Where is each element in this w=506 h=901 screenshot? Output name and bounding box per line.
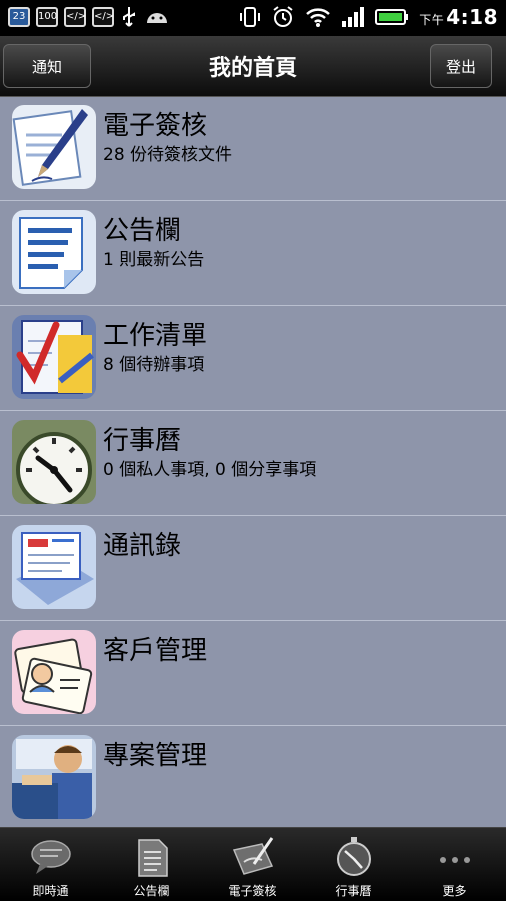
- item-title: 電子簽核: [103, 111, 208, 141]
- item-subtitle: 1 則最新公告: [103, 250, 205, 270]
- tab-e-sign[interactable]: 電子簽核: [202, 828, 303, 901]
- more-dots-icon: [440, 857, 470, 863]
- android-icon: [147, 13, 167, 23]
- vibrate-icon: [240, 7, 261, 27]
- item-title: 通訊錄: [103, 531, 182, 561]
- alarm-icon: [273, 6, 293, 27]
- tab-calendar[interactable]: 行事曆: [303, 828, 404, 901]
- tab-label: 行事曆: [335, 884, 372, 898]
- battery-level-icon: 100: [36, 7, 58, 27]
- chat-bubble-icon: [31, 840, 71, 874]
- item-subtitle: 8 個待辦事項: [103, 355, 205, 375]
- project-person-icon: [12, 735, 96, 819]
- list-item-calendar[interactable]: 行事曆 0 個私人事項, 0 個分享事項: [0, 412, 506, 516]
- item-title: 客戶管理: [103, 636, 208, 666]
- tab-label: 公告欄: [133, 884, 170, 898]
- app-root: 23 100 </> </> 下午4:18 通知 我的首頁 登出 電子簽核 2: [0, 0, 506, 901]
- tab-label: 更多: [442, 884, 467, 898]
- list-item-e-sign[interactable]: 電子簽核 28 份待簽核文件: [0, 97, 506, 201]
- tab-instant-message[interactable]: 即時通: [0, 828, 101, 901]
- sign-document-icon: [232, 837, 274, 875]
- battery-icon: [375, 9, 409, 25]
- logout-button[interactable]: 登出: [430, 44, 492, 88]
- item-subtitle: 28 份待簽核文件: [103, 145, 233, 165]
- stopwatch-icon: [337, 837, 371, 876]
- document-icon: [138, 839, 168, 877]
- code-icon: </>: [64, 7, 86, 27]
- tab-more[interactable]: 更多: [404, 828, 505, 901]
- item-title: 工作清單: [103, 321, 208, 351]
- item-title: 行事曆: [103, 426, 182, 456]
- list-item-customer-mgmt[interactable]: 客戶管理: [0, 622, 506, 726]
- status-bar: 23 100 </> </> 下午 4:18: [0, 0, 506, 36]
- signal-icon: [342, 7, 365, 27]
- tab-bulletin[interactable]: 公告欄: [101, 828, 202, 901]
- tab-label: 電子簽核: [228, 884, 277, 898]
- code-icon: </>: [92, 7, 114, 27]
- clock: 下午 4:18: [419, 5, 498, 29]
- customer-card-icon: [12, 630, 96, 714]
- list-item-task-list[interactable]: 工作清單 8 個待辦事項: [0, 307, 506, 411]
- calendar-icon: 23: [8, 7, 30, 27]
- clock-icon: [12, 420, 96, 504]
- address-book-icon: [12, 525, 96, 609]
- notice-document-icon: [12, 210, 96, 294]
- item-title: 公告欄: [103, 216, 182, 246]
- item-subtitle: 0 個私人事項, 0 個分享事項: [103, 460, 317, 480]
- list-item-bulletin[interactable]: 公告欄 1 則最新公告: [0, 202, 506, 306]
- item-title: 專案管理: [103, 741, 208, 771]
- pen-document-icon: [12, 105, 96, 189]
- home-menu-list: 電子簽核 28 份待簽核文件 公告欄 1 則最新公告 工作清單 8 個待辦事項 …: [0, 97, 506, 827]
- bottom-tab-bar: 即時通 公告欄 電子簽核 行事曆 更多: [0, 827, 506, 901]
- list-item-contacts[interactable]: 通訊錄: [0, 517, 506, 621]
- nav-header: 通知 我的首頁 登出: [0, 36, 506, 97]
- usb-icon: [123, 7, 135, 27]
- list-item-project-mgmt[interactable]: 專案管理: [0, 727, 506, 827]
- tab-label: 即時通: [32, 884, 69, 898]
- wifi-icon: [306, 8, 331, 27]
- checklist-icon: [12, 315, 96, 399]
